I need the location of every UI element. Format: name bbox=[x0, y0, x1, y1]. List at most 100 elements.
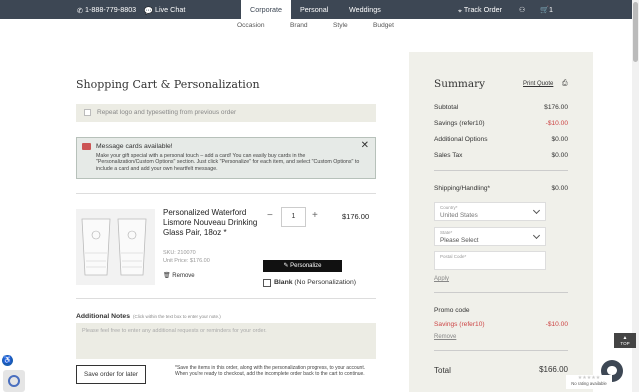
phone-link[interactable]: ✆ 1-888-779-8803 bbox=[77, 0, 136, 19]
divider bbox=[76, 298, 376, 299]
shipping-label: Shipping/Handling* bbox=[434, 185, 491, 192]
product-image[interactable] bbox=[76, 209, 155, 285]
tab-weddings[interactable]: Weddings bbox=[349, 0, 381, 19]
repeat-logo-checkbox[interactable] bbox=[84, 109, 91, 116]
repeat-logo-label: Repeat logo and typesetting from previou… bbox=[97, 109, 237, 116]
notes-textarea[interactable]: Please feel free to enter any additional… bbox=[76, 323, 376, 359]
top-label: TOP bbox=[620, 341, 630, 346]
additional-options-value: $0.00 bbox=[551, 136, 568, 143]
total-label: Total bbox=[434, 366, 451, 375]
promo-code-value: -$10.00 bbox=[545, 321, 568, 328]
rating-text: No rating available bbox=[571, 381, 607, 386]
postal-code-label: Postal Code* bbox=[440, 254, 467, 259]
tab-personal[interactable]: Personal bbox=[300, 0, 328, 19]
savings-value: -$10.00 bbox=[545, 120, 568, 127]
subnav-budget[interactable]: Budget bbox=[373, 19, 394, 33]
track-order-link[interactable]: ⌖ Track Order bbox=[458, 0, 502, 19]
total-value: $166.00 bbox=[539, 365, 568, 374]
personalize-button[interactable]: ✎ Personalize bbox=[263, 260, 342, 272]
shipping-value: $0.00 bbox=[551, 185, 568, 192]
subtotal-value: $176.00 bbox=[544, 104, 568, 111]
cart-count: 1 bbox=[548, 5, 553, 14]
summary-panel bbox=[409, 52, 593, 392]
close-icon[interactable]: ✕ bbox=[361, 140, 369, 151]
phone-icon: ✆ bbox=[77, 5, 84, 15]
notes-placeholder: Please feel free to enter any additional… bbox=[82, 328, 267, 334]
promo-code-applied: Savings (refer10) bbox=[434, 321, 485, 328]
blank-checkbox[interactable] bbox=[263, 279, 271, 287]
blank-bold: Blank bbox=[274, 279, 293, 286]
state-select[interactable]: State* Please Select bbox=[434, 227, 546, 246]
additional-options-label: Additional Options bbox=[434, 136, 488, 143]
back-to-top-button[interactable]: ▲ TOP bbox=[614, 333, 636, 348]
cart-icon: 🛒 bbox=[540, 5, 549, 14]
live-chat-label: Live Chat bbox=[154, 5, 186, 14]
country-label: Country* bbox=[440, 205, 458, 210]
message-title: Message cards available! bbox=[96, 143, 173, 150]
blank-option-label: Blank (No Personalization) bbox=[274, 279, 356, 286]
subtotal-label: Subtotal bbox=[434, 104, 459, 111]
savings-label: Savings (refer10) bbox=[434, 120, 485, 127]
apply-link[interactable]: Apply bbox=[434, 276, 449, 282]
rating-widget[interactable]: ★★★★★ No rating available bbox=[566, 375, 612, 389]
message-body: Make your gift special with a personal t… bbox=[96, 153, 360, 172]
chat-bubble-icon bbox=[607, 366, 617, 375]
recaptcha-badge[interactable] bbox=[3, 370, 25, 392]
pen-icon: ✎ bbox=[283, 263, 289, 269]
page-title: Shopping Cart & Personalization bbox=[76, 78, 260, 91]
quantity-increase-button[interactable]: + bbox=[312, 210, 318, 221]
summary-title: Summary bbox=[434, 78, 486, 90]
accessibility-icon[interactable]: ♿ bbox=[2, 355, 13, 366]
quantity-decrease-button[interactable]: − bbox=[267, 210, 273, 221]
divider bbox=[434, 292, 568, 293]
cart-button[interactable]: 🛒1 bbox=[540, 0, 553, 19]
personalize-label: Personalize bbox=[290, 263, 322, 269]
top-navigation-bar: ✆ 1-888-779-8803 💬 Live Chat Corporate P… bbox=[0, 0, 632, 19]
notes-hint: (Click within the text box to enter your… bbox=[133, 314, 221, 319]
message-cards-notice: Message cards available! ✕ Make your gif… bbox=[76, 137, 376, 179]
remove-item-button[interactable]: 🗑 Remove bbox=[163, 272, 195, 279]
phone-number: 1-888-779-8803 bbox=[85, 5, 137, 14]
account-icon[interactable]: ⚇ bbox=[519, 0, 525, 19]
product-unit-price: Unit Price: $176.00 bbox=[163, 258, 210, 264]
notes-label: Additional Notes bbox=[76, 313, 130, 320]
recaptcha-icon bbox=[8, 375, 20, 387]
state-value: Please Select bbox=[440, 237, 479, 244]
print-quote-link[interactable]: Print Quote bbox=[523, 81, 553, 87]
chat-icon: 💬 bbox=[144, 5, 153, 15]
line-item-price: $176.00 bbox=[342, 212, 370, 221]
quantity-input[interactable]: 1 bbox=[281, 207, 306, 227]
divider bbox=[434, 170, 568, 171]
subnav-brand[interactable]: Brand bbox=[290, 19, 308, 33]
product-name[interactable]: Personalized Waterford Lismore Nouveau D… bbox=[163, 208, 259, 238]
country-value: United States bbox=[440, 212, 478, 219]
chevron-down-icon bbox=[532, 231, 541, 240]
state-label: State* bbox=[440, 230, 453, 235]
subnav-style[interactable]: Style bbox=[333, 19, 348, 33]
printer-icon[interactable]: ⎙ bbox=[562, 80, 568, 88]
blank-rest: (No Personalization) bbox=[294, 279, 356, 286]
save-order-button[interactable]: Save order for later bbox=[76, 365, 146, 384]
tab-corporate[interactable]: Corporate bbox=[241, 0, 291, 19]
live-chat-link[interactable]: 💬 Live Chat bbox=[144, 0, 185, 19]
repeat-logo-option[interactable]: Repeat logo and typesetting from previou… bbox=[76, 104, 376, 122]
sales-tax-label: Sales Tax bbox=[434, 152, 463, 159]
location-pin-icon: ⌖ bbox=[458, 5, 463, 15]
scrollbar-thumb[interactable] bbox=[633, 2, 638, 62]
glass-pair-image bbox=[81, 218, 147, 276]
divider bbox=[76, 193, 376, 194]
chevron-down-icon bbox=[532, 206, 541, 215]
trash-icon: 🗑 bbox=[163, 273, 171, 279]
card-icon bbox=[82, 143, 91, 150]
track-order-label: Track Order bbox=[463, 5, 502, 14]
country-select[interactable]: Country* United States bbox=[434, 202, 546, 221]
save-order-note: *Save the items in this order, along wit… bbox=[175, 365, 366, 378]
divider bbox=[434, 350, 568, 351]
sales-tax-value: $0.00 bbox=[551, 152, 568, 159]
promo-remove-link[interactable]: Remove bbox=[434, 334, 456, 340]
promo-code-label: Promo code bbox=[434, 307, 470, 314]
product-sku: SKU: 210070 bbox=[163, 250, 196, 256]
subnav-occasion[interactable]: Occasion bbox=[237, 19, 265, 33]
postal-code-input[interactable]: Postal Code* bbox=[434, 251, 546, 270]
remove-label: Remove bbox=[172, 273, 195, 279]
